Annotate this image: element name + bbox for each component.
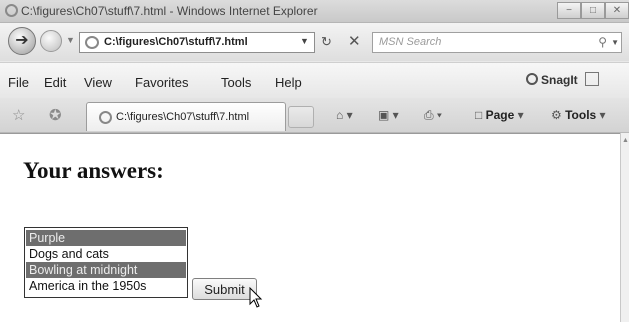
page-content: Your answers: Purple Dogs and cats Bowli… (0, 133, 620, 323)
snagit-icon (526, 73, 538, 85)
back-icon: ➔ (15, 32, 29, 49)
tab-label: C:\figures\Ch07\stuff\7.html (116, 111, 250, 123)
recent-pages-dropdown[interactable]: ▼ (66, 35, 75, 45)
search-icon[interactable]: ⚲ (598, 35, 607, 49)
mouse-pointer-icon (249, 287, 263, 308)
tools-menu-button[interactable]: ⚙ Tools ▾ (551, 108, 606, 122)
address-bar[interactable]: C:\figures\Ch07\stuff\7.html (79, 32, 315, 53)
add-favorites-icon[interactable]: ✪ (49, 106, 62, 124)
listbox-option[interactable]: America in the 1950s (26, 278, 186, 294)
tab-command-bar: ☆ ✪ C:\figures\Ch07\stuff\7.html ⌂ ▾ ▣ ▾… (0, 98, 629, 133)
menu-favorites[interactable]: Favorites (135, 75, 188, 90)
menu-file[interactable]: File (8, 75, 29, 90)
address-url[interactable]: C:\figures\Ch07\stuff\7.html (104, 36, 248, 48)
tools-icon: ⚙ (551, 108, 562, 122)
listbox-option[interactable]: Bowling at midnight (26, 262, 186, 278)
search-box[interactable]: MSN Search ⚲ ▼ (372, 32, 622, 53)
window-controls: − □ ✕ (557, 2, 629, 19)
forward-button[interactable] (40, 30, 62, 52)
browser-window: C:\figures\Ch07\stuff\7.html - Windows I… (0, 0, 629, 323)
vertical-scrollbar[interactable]: ▲ (620, 133, 629, 322)
menu-view[interactable]: View (84, 75, 112, 90)
new-tab-button[interactable] (288, 106, 314, 128)
back-button[interactable]: ➔ (8, 27, 36, 55)
page-menu-label: Page (485, 108, 515, 122)
print-icon[interactable]: ⎙ ▾ (424, 108, 442, 123)
tab-favicon-icon (99, 111, 112, 124)
feeds-icon[interactable]: ▣ ▾ (378, 108, 399, 122)
answers-listbox[interactable]: Purple Dogs and cats Bowling at midnight… (24, 227, 188, 298)
snagit-window-icon[interactable] (585, 72, 599, 86)
home-icon[interactable]: ⌂ ▾ (336, 108, 353, 122)
scroll-up-icon[interactable]: ▲ (622, 137, 629, 144)
tab-current-page[interactable]: C:\figures\Ch07\stuff\7.html (86, 102, 286, 131)
submit-button[interactable]: Submit (192, 278, 257, 300)
menu-bar: File Edit View Favorites Tools Help Snag… (0, 62, 629, 98)
search-options-dropdown[interactable]: ▼ (611, 38, 619, 47)
address-dropdown-button[interactable]: ▼ (300, 36, 309, 46)
snagit-button[interactable]: SnagIt (526, 73, 578, 87)
menu-edit[interactable]: Edit (44, 75, 66, 90)
tools-menu-label: Tools (565, 108, 597, 122)
page-favicon-icon (85, 36, 99, 49)
maximize-button[interactable]: □ (581, 2, 605, 19)
refresh-icon[interactable]: ↻ (321, 34, 332, 50)
close-button[interactable]: ✕ (605, 2, 629, 19)
window-title: C:\figures\Ch07\stuff\7.html - Windows I… (21, 4, 318, 18)
favorites-star-icon[interactable]: ☆ (12, 106, 25, 124)
address-toolbar: ➔ ▼ C:\figures\Ch07\stuff\7.html ▼ ↻ ✕ M… (0, 23, 629, 61)
title-bar: C:\figures\Ch07\stuff\7.html - Windows I… (0, 0, 629, 23)
page-menu-button[interactable]: □ Page ▾ (475, 108, 524, 122)
page-heading: Your answers: (23, 158, 164, 183)
minimize-button[interactable]: − (557, 2, 581, 19)
ie-logo-icon (5, 4, 18, 17)
stop-icon[interactable]: ✕ (348, 32, 361, 50)
menu-tools[interactable]: Tools (221, 75, 251, 90)
listbox-option[interactable]: Dogs and cats (26, 246, 186, 262)
search-placeholder: MSN Search (379, 36, 442, 48)
listbox-option[interactable]: Purple (26, 230, 186, 246)
snagit-label: SnagIt (541, 73, 578, 87)
menu-help[interactable]: Help (275, 75, 302, 90)
page-icon: □ (475, 108, 483, 122)
